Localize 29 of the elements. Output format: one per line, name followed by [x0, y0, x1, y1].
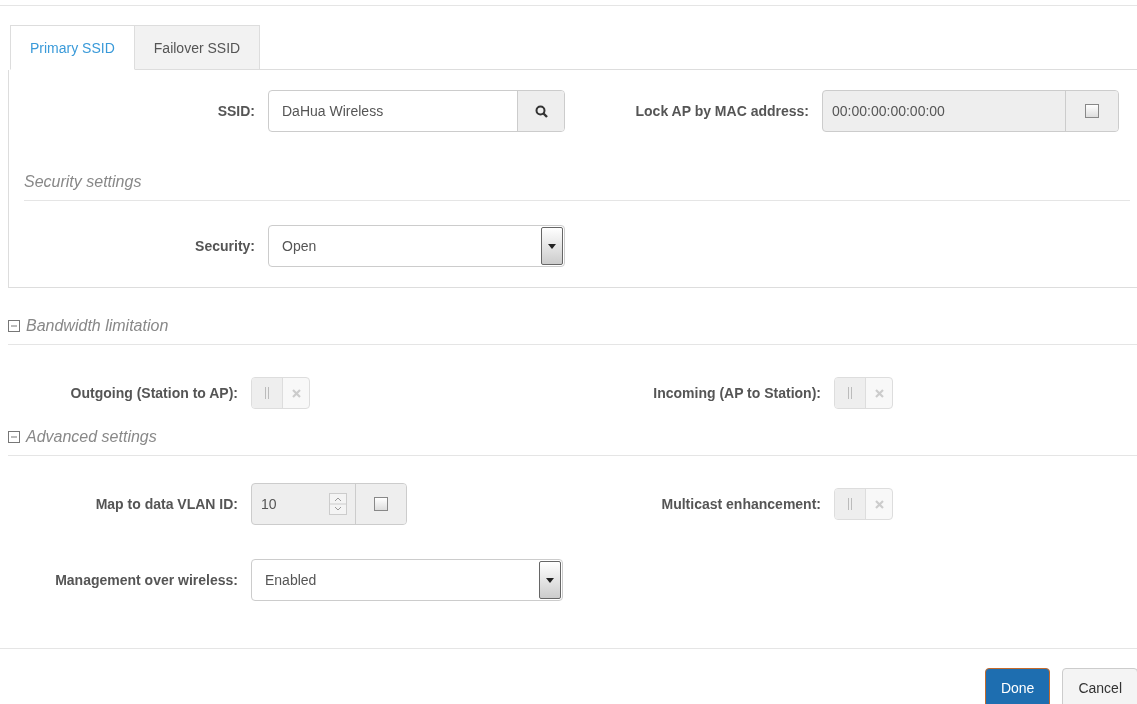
tab[interactable]: Failover SSID	[134, 25, 261, 70]
collapse-icon[interactable]	[8, 431, 20, 443]
close-icon	[874, 499, 884, 509]
done-button[interactable]: Done	[984, 668, 1051, 704]
toggle-switch[interactable]	[834, 377, 893, 409]
caret-icon	[546, 577, 554, 583]
caret-icon	[548, 243, 556, 249]
grip-icon	[264, 387, 270, 399]
section-title: Bandwidth limitation	[26, 317, 169, 335]
grip-icon	[847, 387, 853, 399]
field-label: Management over wireless:	[54, 572, 238, 588]
field-label: Multicast enhancement:	[660, 496, 821, 512]
section-title: Advanced settings	[26, 428, 157, 446]
field-label: Map to data VLAN ID:	[94, 496, 238, 512]
close-icon	[291, 388, 301, 398]
close-icon	[874, 388, 884, 398]
field-label: Security:	[194, 238, 255, 254]
select-dropdown[interactable]: Open	[268, 225, 565, 267]
select-dropdown[interactable]: Enabled	[251, 559, 563, 601]
field-label: Incoming (AP to Station):	[652, 385, 821, 401]
toggle-switch[interactable]	[251, 377, 310, 409]
field-label: SSID:	[216, 103, 255, 119]
grip-icon	[847, 498, 853, 510]
section-title: Security settings	[24, 173, 142, 191]
toggle-switch[interactable]	[834, 488, 893, 520]
field-label: Outgoing (Station to AP):	[69, 385, 238, 401]
cancel-button[interactable]: Cancel	[1062, 668, 1137, 704]
collapse-icon[interactable]	[8, 320, 20, 332]
field-label: Lock AP by MAC address:	[634, 103, 809, 119]
